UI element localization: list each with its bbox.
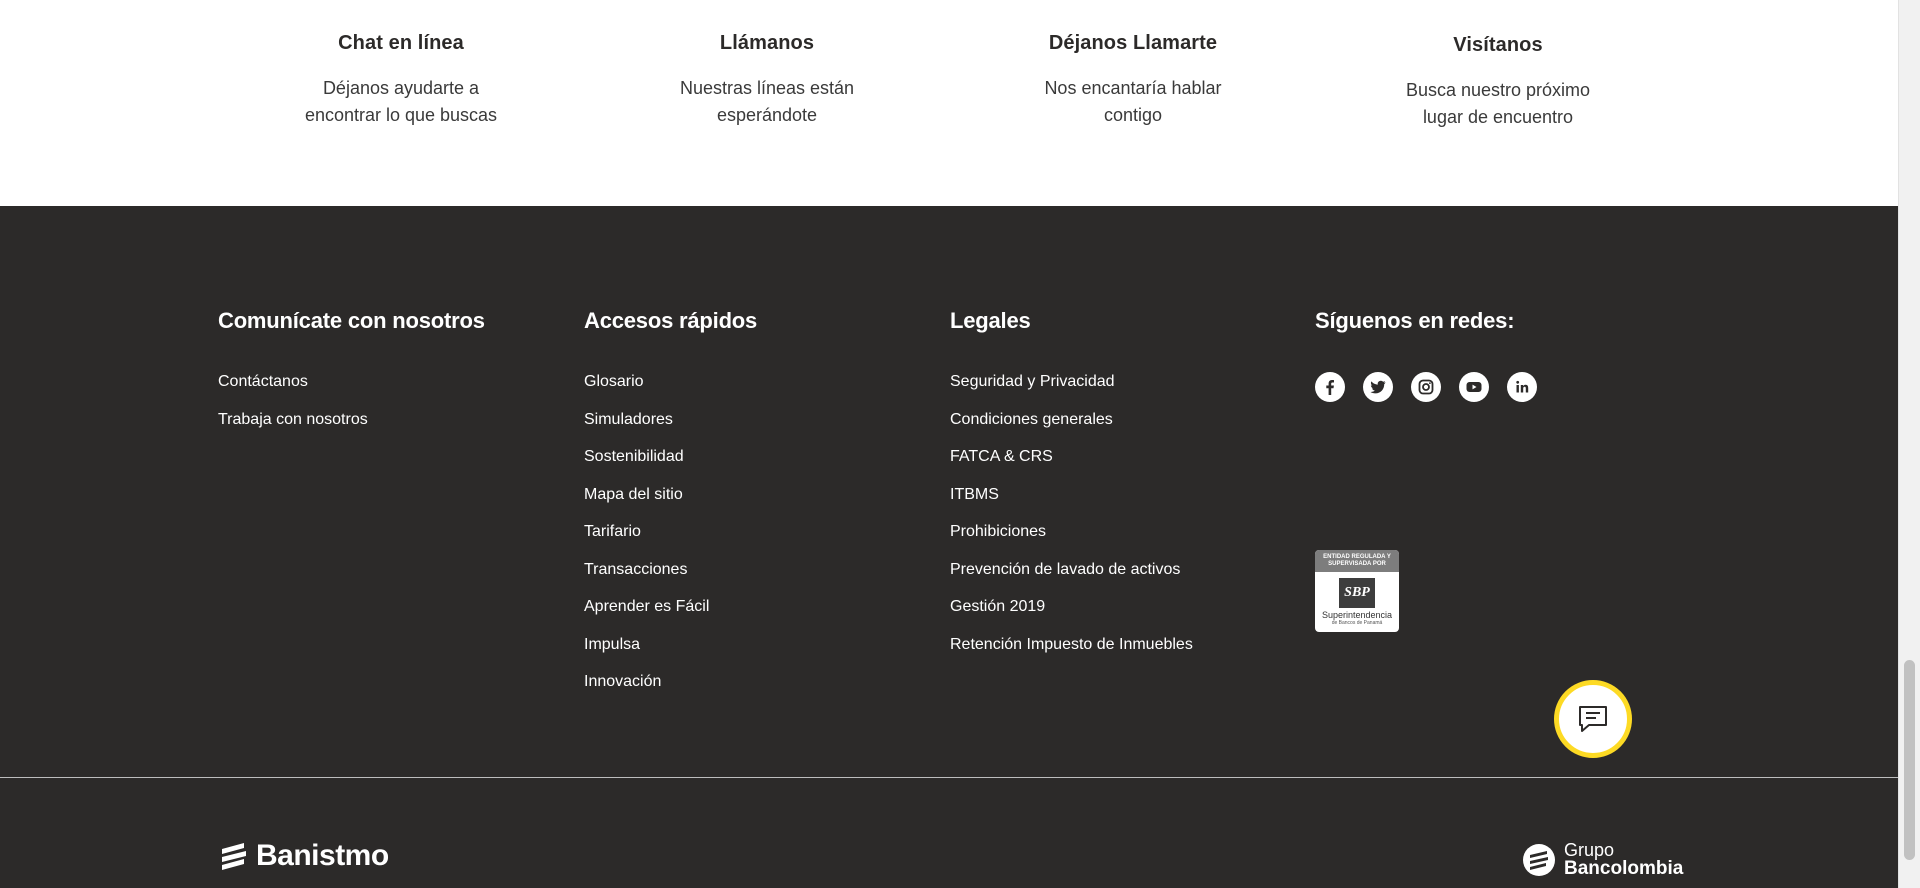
youtube-icon[interactable]: [1459, 372, 1489, 402]
contact-card-desc-line: Nuestras líneas están: [679, 78, 855, 98]
regulator-badge-header: ENTIDAD REGULADA Y SUPERVISADA POR: [1315, 550, 1399, 572]
footer-link-fatca[interactable]: FATCA & CRS: [950, 447, 1193, 485]
chat-bubble-icon: [1579, 706, 1607, 732]
footer-link-mapa[interactable]: Mapa del sitio: [584, 485, 757, 523]
scrollbar-thumb[interactable]: [1904, 660, 1915, 860]
contact-card-title: Chat en línea: [338, 32, 464, 54]
footer-heading: Accesos rápidos: [584, 308, 758, 333]
site-footer: Comunícate con nosotros Contáctanos Trab…: [0, 206, 1898, 888]
regulator-badge: ENTIDAD REGULADA Y SUPERVISADA POR SBP S…: [1315, 550, 1399, 632]
regulator-badge-line: SUPERVISADA POR: [1328, 561, 1386, 567]
contact-strip: Chat en línea Déjanos ayudarte a encontr…: [0, 0, 1898, 206]
contact-card-call[interactable]: Llámanos Nuestras líneas están esperándo…: [617, 32, 917, 129]
page-scrollbar[interactable]: [1898, 0, 1920, 888]
footer-link-retencion[interactable]: Retención Impuesto de Inmuebles: [950, 635, 1193, 673]
footer-link-innovacion[interactable]: Innovación: [584, 672, 757, 710]
footer-link-glosario[interactable]: Glosario: [584, 372, 757, 410]
bancolombia-mark-icon: [1523, 844, 1555, 876]
brand-name: Banistmo: [256, 839, 389, 872]
banistmo-logo[interactable]: Banistmo: [218, 839, 389, 873]
footer-heading: Comunícate con nosotros: [218, 308, 485, 333]
group-name-line1: Grupo: [1564, 840, 1615, 860]
footer-link-prohibiciones[interactable]: Prohibiciones: [950, 522, 1193, 560]
footer-link-gestion[interactable]: Gestión 2019: [950, 597, 1193, 635]
regulator-badge-line: ENTIDAD REGULADA Y: [1323, 554, 1391, 560]
contact-card-title: Visítanos: [1453, 34, 1543, 56]
footer-divider: [0, 777, 1898, 778]
footer-col-legal: Legales Seguridad y Privacidad Condicion…: [950, 308, 1193, 672]
footer-col-contact: Comunícate con nosotros Contáctanos Trab…: [218, 308, 485, 447]
linkedin-icon[interactable]: [1507, 372, 1537, 402]
contact-card-desc-line: Nos encantaría hablar: [1044, 78, 1222, 98]
footer-link-simuladores[interactable]: Simuladores: [584, 410, 757, 448]
contact-card-desc-line: lugar de encuentro: [1422, 107, 1574, 127]
footer-link-seguridad[interactable]: Seguridad y Privacidad: [950, 372, 1193, 410]
facebook-icon[interactable]: [1315, 372, 1345, 402]
contact-card-desc-line: contigo: [1103, 105, 1163, 125]
group-name-line2: Bancolombia: [1564, 858, 1684, 879]
footer-link-itbms[interactable]: ITBMS: [950, 485, 1193, 523]
social-links: [1315, 372, 1537, 402]
regulator-name: Superintendencia: [1321, 610, 1393, 620]
footer-col-quick-access: Accesos rápidos Glosario Simuladores Sos…: [584, 308, 757, 710]
grupo-bancolombia-logo[interactable]: Grupo Bancolombia: [1522, 840, 1684, 879]
footer-link-trabaja[interactable]: Trabaja con nosotros: [218, 410, 485, 448]
footer-link-tarifario[interactable]: Tarifario: [584, 522, 757, 560]
regulator-subname: de Bancos de Panamá: [1331, 620, 1383, 626]
sbp-logo: SBP: [1339, 578, 1375, 608]
footer-link-transacciones[interactable]: Transacciones: [584, 560, 757, 598]
contact-card-desc-line: encontrar lo que buscas: [304, 105, 498, 125]
contact-card-callback[interactable]: Déjanos Llamarte Nos encantaría hablar c…: [983, 32, 1283, 129]
contact-card-chat[interactable]: Chat en línea Déjanos ayudarte a encontr…: [251, 32, 551, 129]
contact-card-desc-line: esperándote: [716, 105, 818, 125]
footer-link-impulsa[interactable]: Impulsa: [584, 635, 757, 673]
footer-link-sostenibilidad[interactable]: Sostenibilidad: [584, 447, 757, 485]
footer-heading: Síguenos en redes:: [1315, 308, 1515, 333]
twitter-icon[interactable]: [1363, 372, 1393, 402]
contact-card-title: Déjanos Llamarte: [1048, 32, 1218, 54]
instagram-icon[interactable]: [1411, 372, 1441, 402]
contact-card-title: Llámanos: [719, 32, 815, 54]
contact-card-desc-line: Déjanos ayudarte a: [322, 78, 480, 98]
footer-link-prevencion[interactable]: Prevención de lavado de activos: [950, 560, 1193, 598]
banistmo-mark-icon: [222, 843, 246, 870]
group-name: Grupo Bancolombia: [1564, 840, 1684, 879]
footer-heading: Legales: [950, 308, 1031, 333]
footer-link-contactanos[interactable]: Contáctanos: [218, 372, 485, 410]
chat-button[interactable]: [1554, 680, 1632, 758]
contact-card-visit[interactable]: Visítanos Busca nuestro próximo lugar de…: [1348, 34, 1648, 131]
contact-card-desc-line: Busca nuestro próximo: [1405, 80, 1591, 100]
footer-link-condiciones[interactable]: Condiciones generales: [950, 410, 1193, 448]
footer-link-aprender[interactable]: Aprender es Fácil: [584, 597, 757, 635]
footer-col-social: Síguenos en redes: ENTIDAD REGULADA Y SU…: [1315, 308, 1537, 632]
